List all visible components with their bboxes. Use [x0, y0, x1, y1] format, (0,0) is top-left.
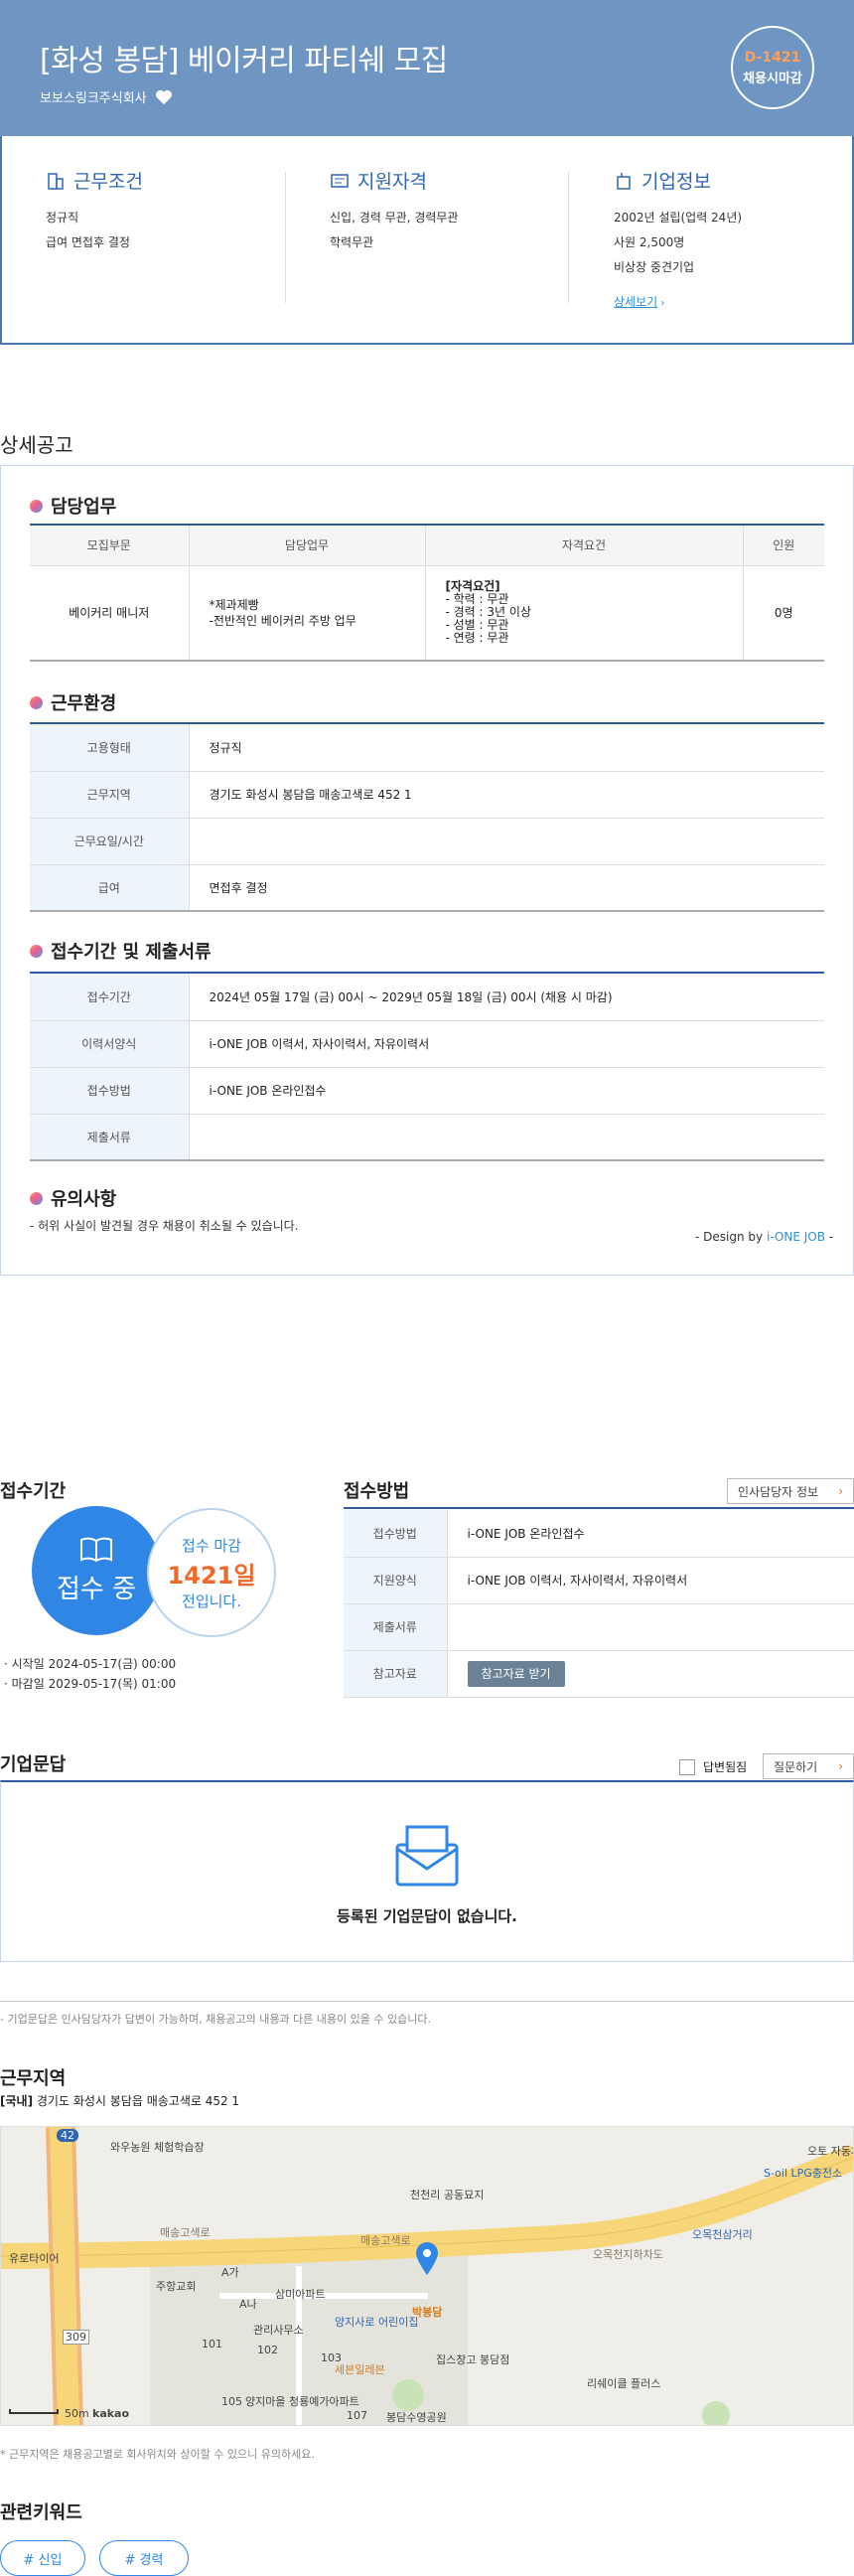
chevron-right-icon: › — [838, 1759, 843, 1773]
heart-icon[interactable] — [155, 89, 173, 105]
ask-question-button[interactable]: 질문하기 › — [763, 1753, 854, 1779]
period-table: 접수기간 2024년 05월 17일 (금) 00시 ~ 2029년 05월 18… — [30, 974, 824, 1161]
chevron-right-icon: › — [838, 1484, 843, 1498]
id-card-icon — [331, 173, 349, 188]
design-credit: - Design by i-ONE JOB - — [695, 1230, 834, 1244]
office-icon — [617, 172, 631, 190]
apply-period-title: 접수기간 — [0, 1481, 67, 1502]
map-scale-bar — [9, 2409, 59, 2414]
apply-method-table: 접수방법 i-ONE JOB 온라인접수 지원양식 i-ONE JOB 이력서, 자… — [344, 1510, 854, 1698]
location-address: [국내] 경기도 화성시 봉담읍 매송고색로 452 1 — [0, 2094, 240, 2108]
qna-empty-message: 등록된 기업문답이 없습니다. — [337, 1907, 517, 1925]
reference-download-button[interactable]: 참고자료 받기 — [467, 1661, 565, 1687]
caution-text: - 허위 사실이 발견될 경우 채용이 취소될 수 있습니다. — [30, 1219, 299, 1233]
period-heading: 접수기간 및 제출서류 — [30, 938, 212, 964]
env-heading: 근무환경 — [30, 689, 116, 715]
company-detail-link[interactable]: 상세보기 — [614, 295, 657, 309]
caution-heading: 유의사항 — [30, 1185, 116, 1211]
location-map[interactable]: 와우농원 체험학습장 천천리 공동묘지 S-oil LPG충전소 오토 자동차 … — [0, 2126, 854, 2426]
hr-info-button[interactable]: 인사담당자 정보 › — [727, 1478, 854, 1504]
dot-icon — [30, 944, 43, 958]
qna-note: - 기업문답은 인사담당자가 답변이 가능하며, 채용공고의 내용과 다른 내용… — [0, 2013, 431, 2026]
building-icon — [48, 172, 64, 190]
company-name[interactable]: 보보스링크주식회사 — [40, 87, 147, 106]
dot-icon — [30, 499, 43, 513]
location-title: 근무지역 — [0, 2068, 67, 2089]
table-row: 베이커리 매니저 *제과제빵 -전반적인 베이커리 주방 업무 [자격요건] - 학… — [30, 565, 824, 662]
envelope-icon — [395, 1825, 459, 1887]
map-roads — [1, 2127, 853, 2425]
map-marker-icon[interactable] — [414, 2240, 440, 2276]
keyword-tag[interactable]: # 신입 — [0, 2540, 85, 2576]
dot-icon — [30, 1191, 43, 1205]
dday-badge: D-1421 채용시마감 — [731, 26, 814, 109]
book-icon — [80, 1537, 112, 1562]
deadline-circle: 접수 마감 1421일 전입니다. — [147, 1508, 276, 1637]
apply-status-circle: 접수 중 — [32, 1506, 161, 1635]
dot-icon — [30, 695, 43, 709]
detail-section-title: 상세공고 — [0, 433, 73, 457]
qna-title: 기업문답 — [0, 1754, 67, 1775]
env-table: 고용형태 정규직 근무지역 경기도 화성시 봉담읍 매송고색로 452 1 근무요일… — [30, 724, 824, 912]
work-condition: 근무조건 정규직 급여 면접후 결정 — [46, 171, 143, 249]
apply-method-title: 접수방법 — [344, 1481, 410, 1502]
qualification: 지원자격 신입, 경력 무관, 경력무관 학력무관 — [330, 171, 459, 249]
duty-table: 모집부문 담당업무 자격요건 인원 베이커리 매니저 *제과제빵 -전반적인 베이… — [30, 526, 824, 662]
keywords-title: 관련키워드 — [0, 2502, 82, 2523]
answered-checkbox[interactable] — [679, 1758, 695, 1775]
company-info: 기업정보 2002년 설립(업력 24년) 사원 2,500명 비상장 중견기업… — [614, 171, 743, 309]
keyword-tag[interactable]: # 경력 — [99, 2540, 189, 2576]
duty-heading: 담당업무 — [30, 493, 116, 519]
job-title: [화성 봉담] 베이커리 파티쉐 모집 — [40, 44, 448, 78]
location-note: * 근무지역은 채용공고별로 회사위치와 상이할 수 있으니 유의하세요. — [0, 2448, 315, 2461]
apply-dates: · 시작일 2024-05-17(금) 00:00 · 마감일 2029-05-… — [4, 1657, 177, 1691]
